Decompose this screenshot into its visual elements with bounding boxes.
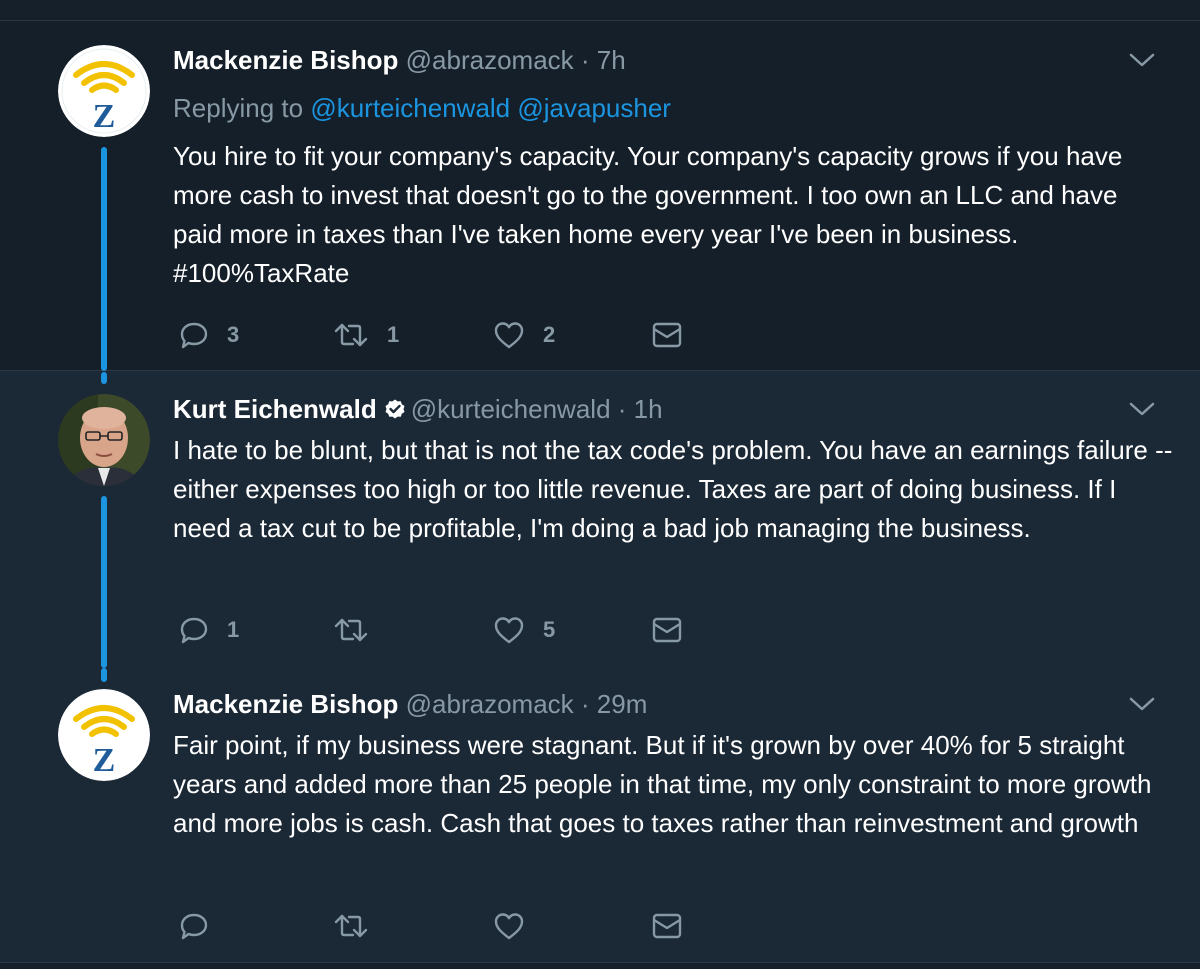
tweet-header: Mackenzie Bishop @abrazomack · 29m [173,689,647,719]
tweet-actions: 1 5 [173,612,693,648]
mention-link[interactable]: @javapusher [517,93,671,123]
separator-dot: · [617,394,627,424]
display-name[interactable]: Kurt Eichenwald [173,394,377,424]
top-strip [0,0,1200,21]
avatar-z-logo[interactable]: Z [58,45,150,137]
chevron-down-icon[interactable] [1128,51,1156,69]
replying-to: Replying to @kurteichenwald @javapusher [173,93,671,123]
retweet-icon [334,914,368,938]
handle[interactable]: @kurteichenwald [411,394,611,424]
avatar-z-logo[interactable]: Z [58,689,150,781]
reply-count: 1 [227,617,240,642]
svg-text:Z: Z [93,98,116,135]
like-count: 2 [543,322,556,347]
tweet-3[interactable]: Z Mackenzie Bishop @abrazomack · 29m Fai… [0,668,1200,964]
tweet-header: Mackenzie Bishop @abrazomack · 7h [173,45,626,75]
direct-message-button[interactable] [651,908,683,944]
envelope-icon [652,322,682,348]
thread-line [101,668,107,682]
verified-badge-icon [385,399,405,419]
display-name[interactable]: Mackenzie Bishop [173,689,398,719]
separator-dot: · [580,45,590,75]
heart-icon [494,913,524,940]
thread-line [101,496,107,668]
reply-button[interactable]: 3 [179,317,239,353]
retweet-button[interactable]: 1 [333,317,399,353]
retweet-icon [334,323,368,347]
handle[interactable]: @abrazomack [406,689,574,719]
chevron-down-icon[interactable] [1128,695,1156,713]
tweet-header: Kurt Eichenwald @kurteichenwald · 1h [173,394,663,424]
handle[interactable]: @abrazomack [406,45,574,75]
timestamp[interactable]: 7h [597,45,626,75]
svg-text:Z: Z [93,742,116,779]
tweet-2[interactable]: Kurt Eichenwald @kurteichenwald · 1h I h… [0,372,1200,668]
mention-link[interactable]: @kurteichenwald [310,93,510,123]
tweet-actions [173,908,693,944]
thread-line [101,372,107,384]
display-name[interactable]: Mackenzie Bishop [173,45,398,75]
retweet-icon [334,618,368,642]
direct-message-button[interactable] [651,317,683,353]
envelope-icon [652,617,682,643]
tweet-1[interactable]: Z Mackenzie Bishop @abrazomack · 7h Repl… [0,21,1200,371]
envelope-icon [652,913,682,939]
tweet-text: I hate to be blunt, but that is not the … [173,435,1173,543]
timestamp[interactable]: 1h [634,394,663,424]
avatar-person-photo[interactable] [58,394,150,486]
tweet-actions: 3 1 2 [173,317,693,353]
direct-message-button[interactable] [651,612,683,648]
like-button[interactable] [493,908,543,944]
reply-icon [180,617,208,644]
reply-icon [180,322,208,349]
retweet-count: 1 [387,322,400,347]
thread-line [101,147,107,371]
tweet-text: You hire to fit your company's capacity.… [173,141,1123,288]
tweet-text: Fair point, if my business were stagnant… [173,730,1152,838]
timestamp[interactable]: 29m [597,689,648,719]
separator-dot: · [580,689,590,719]
reply-button[interactable]: 1 [179,612,239,648]
retweet-button[interactable] [333,908,387,944]
like-button[interactable]: 5 [493,612,555,648]
retweet-button[interactable] [333,612,387,648]
chevron-down-icon[interactable] [1128,400,1156,418]
replying-to-label: Replying to [173,93,304,123]
reply-button[interactable] [179,908,227,944]
heart-icon [494,617,524,644]
reply-count: 3 [227,322,240,347]
like-count: 5 [543,617,556,642]
reply-icon [180,913,208,940]
like-button[interactable]: 2 [493,317,555,353]
heart-icon [494,322,524,349]
